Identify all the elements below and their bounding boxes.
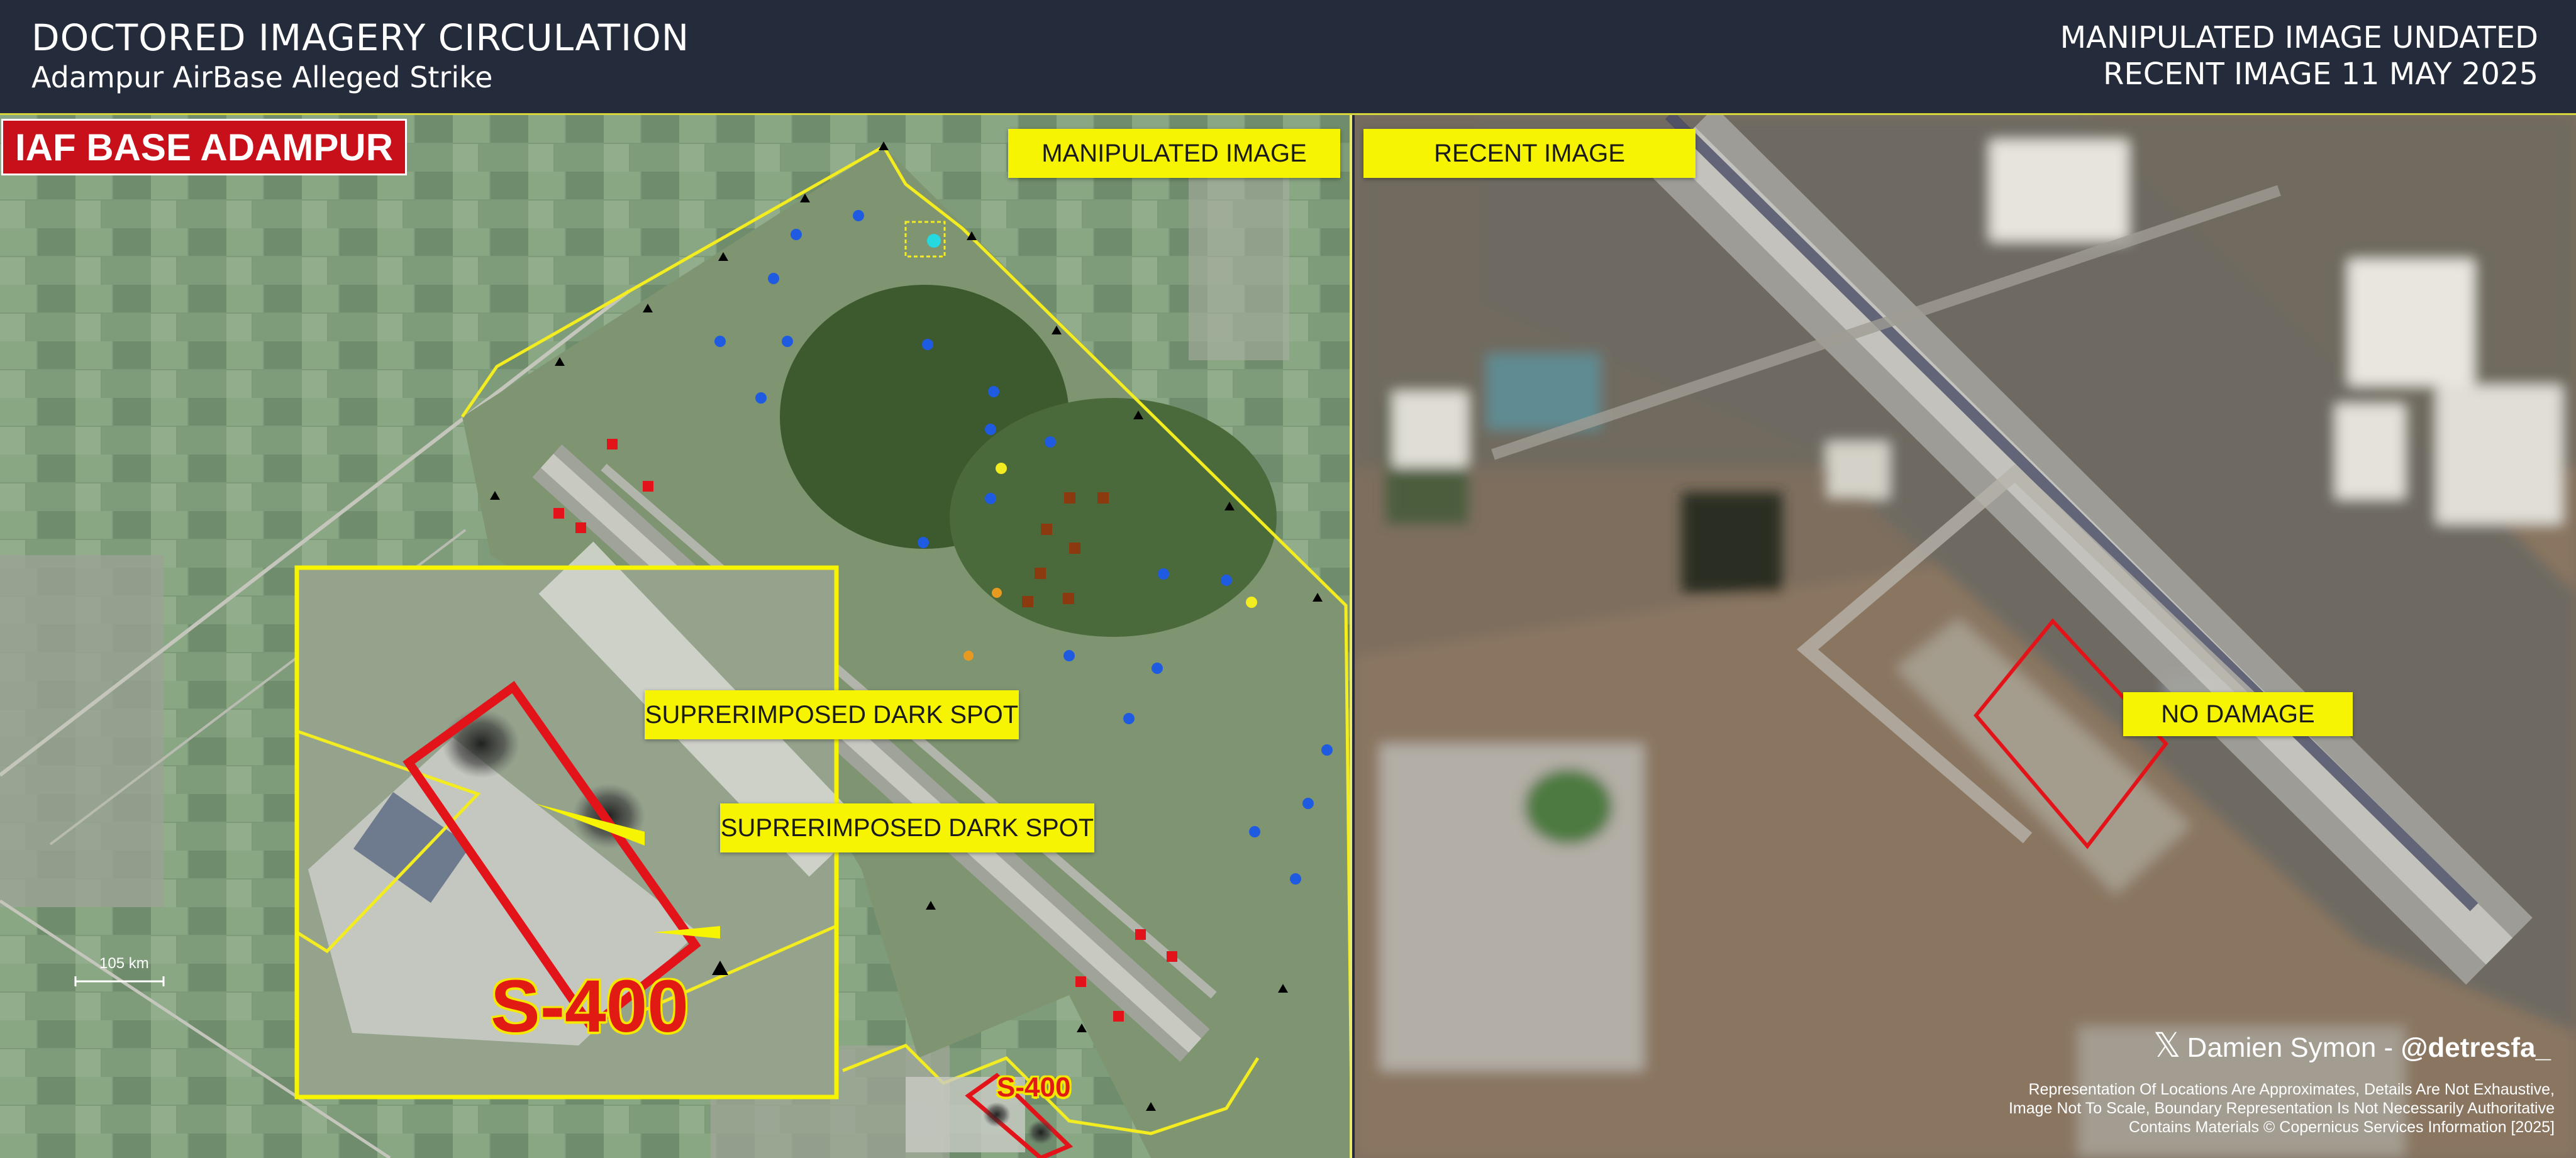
dark-spot-1 bbox=[442, 709, 520, 778]
header-bar: DOCTORED IMAGERY CIRCULATION Adampur Air… bbox=[0, 0, 2576, 115]
hangar-building bbox=[1990, 140, 2128, 241]
disclaimer-line-2: Image Not To Scale, Boundary Representat… bbox=[2008, 1100, 2555, 1117]
manipulated-image-label: MANIPULATED IMAGE bbox=[1008, 129, 1340, 178]
base-name-label: IAF BASE ADAMPUR bbox=[1, 119, 407, 175]
disclaimer-line-3: Contains Materials © Copernicus Services… bbox=[2128, 1118, 2555, 1136]
scale-label: 105 km bbox=[99, 955, 149, 972]
author-name: Damien Symon - bbox=[2187, 1032, 2401, 1063]
town-area bbox=[0, 555, 164, 907]
manipulated-image-panel: IAF BASE ADAMPUR MANIPULATED IMAGE SUPRE… bbox=[0, 115, 1352, 1158]
recent-satellite-map bbox=[1355, 115, 2576, 1158]
x-logo-icon: 𝕏 bbox=[2153, 1027, 2181, 1064]
recent-date-note: RECENT IMAGE 11 MAY 2025 bbox=[2103, 57, 2538, 92]
dark-spot-callout-1: SUPRERIMPOSED DARK SPOT bbox=[645, 690, 1019, 739]
s400-small-label: S-400 bbox=[997, 1072, 1071, 1103]
cyan-marker-icon bbox=[927, 234, 941, 248]
dark-spot-callout-2: SUPRERIMPOSED DARK SPOT bbox=[720, 803, 1094, 852]
author-handle: @detresfa_ bbox=[2401, 1032, 2551, 1063]
s400-inset-label: S-400 bbox=[491, 965, 689, 1048]
disclaimer-line-1: Representation Of Locations Are Approxim… bbox=[2028, 1081, 2555, 1098]
manipulated-date-note: MANIPULATED IMAGE UNDATED bbox=[2060, 20, 2538, 55]
page-title: DOCTORED IMAGERY CIRCULATION bbox=[31, 16, 690, 59]
page-subtitle: Adampur AirBase Alleged Strike bbox=[31, 60, 493, 94]
author-credit: 𝕏 Damien Symon - @detresfa_ bbox=[2153, 1025, 2551, 1065]
no-damage-callout: NO DAMAGE bbox=[2123, 692, 2353, 736]
recent-image-panel: RECENT IMAGE NO DAMAGE 𝕏 Damien Symon - @… bbox=[1355, 115, 2576, 1158]
recent-image-label: RECENT IMAGE bbox=[1363, 129, 1696, 178]
